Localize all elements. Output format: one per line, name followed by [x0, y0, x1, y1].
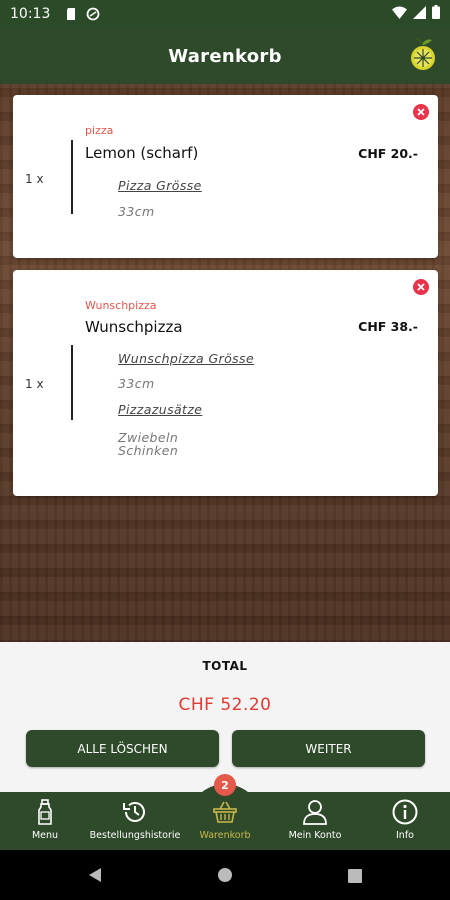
wifi-icon [392, 6, 407, 23]
history-icon [121, 798, 149, 826]
option-label: Pizza Grösse [118, 178, 202, 193]
page-title: Warenkorb [168, 45, 282, 67]
battery-icon [432, 5, 440, 23]
clear-all-button[interactable]: ALLE LÖSCHEN [26, 730, 219, 767]
total-value: CHF 52.20 [178, 695, 272, 715]
bottom-nav: Menu Bestellungshistorie Warenkorb Mein … [0, 784, 450, 850]
home-icon[interactable] [217, 867, 233, 887]
option-value: Zwiebeln Schinken [118, 430, 179, 458]
account-icon [301, 798, 329, 826]
item-price: CHF 38.- [358, 319, 418, 334]
system-nav-bar [0, 850, 450, 900]
next-button[interactable]: WEITER [232, 730, 425, 767]
sd-card-icon [64, 7, 78, 21]
cart-item-card: 1 x pizza Lemon (scharf) CHF 20.- Pizza … [13, 95, 438, 258]
menu-bottle-icon [31, 798, 59, 826]
item-divider [71, 345, 73, 420]
nav-label: Menu [31, 830, 59, 841]
nav-item-history[interactable]: Bestellungshistorie [86, 792, 184, 850]
item-name: Lemon (scharf) [85, 144, 199, 162]
total-label: TOTAL [202, 659, 248, 673]
option-label: Wunschpizza Grösse [118, 351, 255, 366]
basket-icon [211, 798, 239, 826]
item-quantity: 1 x [25, 172, 44, 186]
recents-icon[interactable] [348, 868, 362, 887]
lemon-logo-icon[interactable] [408, 38, 438, 72]
status-time: 10:13 [10, 6, 51, 22]
item-name: Wunschpizza [85, 318, 183, 336]
nav-item-menu[interactable]: Menu [14, 792, 76, 850]
cell-signal-icon [413, 5, 426, 23]
item-category: pizza [85, 124, 114, 137]
item-category: Wunschpizza [85, 299, 157, 312]
option-label: Pizzazusätze [118, 402, 203, 417]
cart-item-card: 1 x Wunschpizza Wunschpizza CHF 38.- Wun… [13, 270, 438, 496]
info-icon [391, 798, 419, 826]
nav-label: Info [396, 830, 414, 841]
option-value: 33cm [118, 204, 155, 219]
data-saver-icon [86, 7, 100, 21]
item-quantity: 1 x [25, 377, 44, 391]
nav-item-cart[interactable]: Warenkorb [192, 792, 258, 850]
cart-content-area: 1 x pizza Lemon (scharf) CHF 20.- Pizza … [0, 84, 450, 642]
remove-item-icon[interactable] [413, 279, 429, 295]
cart-count-badge: 2 [214, 774, 236, 796]
remove-item-icon[interactable] [413, 104, 429, 120]
cart-summary: TOTAL CHF 52.20 ALLE LÖSCHEN WEITER [0, 642, 450, 792]
back-icon[interactable] [87, 867, 103, 887]
item-price: CHF 20.- [358, 146, 418, 161]
nav-label: Mein Konto [288, 830, 342, 841]
nav-item-info[interactable]: Info [378, 792, 432, 850]
app-bar: Warenkorb [0, 28, 450, 84]
nav-item-account[interactable]: Mein Konto [282, 792, 348, 850]
option-value: 33cm [118, 376, 155, 391]
status-bar: 10:13 [0, 0, 450, 28]
nav-label: Warenkorb [199, 830, 251, 841]
item-divider [71, 140, 73, 214]
nav-label: Bestellungshistorie [89, 830, 181, 841]
